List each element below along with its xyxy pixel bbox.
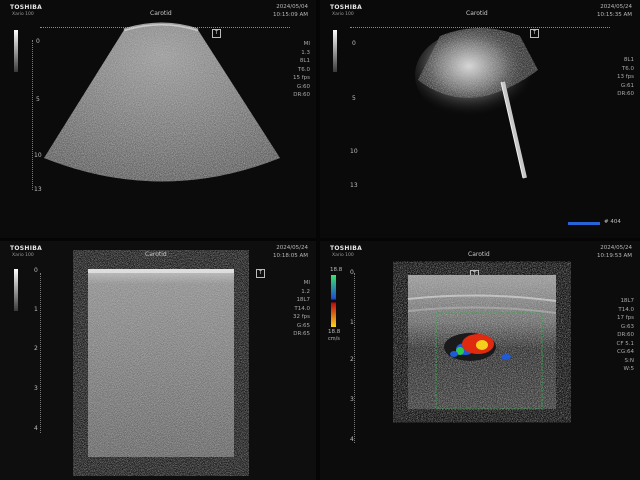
color-doppler-image — [407, 275, 557, 410]
scale-bar-label: # 404 — [604, 219, 621, 225]
ultrasound-panel-linear: TOSHIBA Xario 100 Carotid 2024/05/24 10:… — [0, 241, 316, 480]
ultrasound-panel-convex: TOSHIBA Xario 100 Carotid 2024/05/04 10:… — [0, 0, 316, 238]
ultrasound-panel-needle: TOSHIBA Xario 100 Carotid 2024/05/24 10:… — [320, 0, 640, 238]
convex-sector-image — [44, 22, 280, 182]
needle-image — [415, 28, 600, 225]
scale-bar — [568, 222, 600, 225]
ultrasound-panel-color-doppler: TOSHIBA Xario 100 Carotid 2024/05/24 10:… — [320, 241, 640, 480]
linear-b-mode-image — [88, 269, 234, 457]
